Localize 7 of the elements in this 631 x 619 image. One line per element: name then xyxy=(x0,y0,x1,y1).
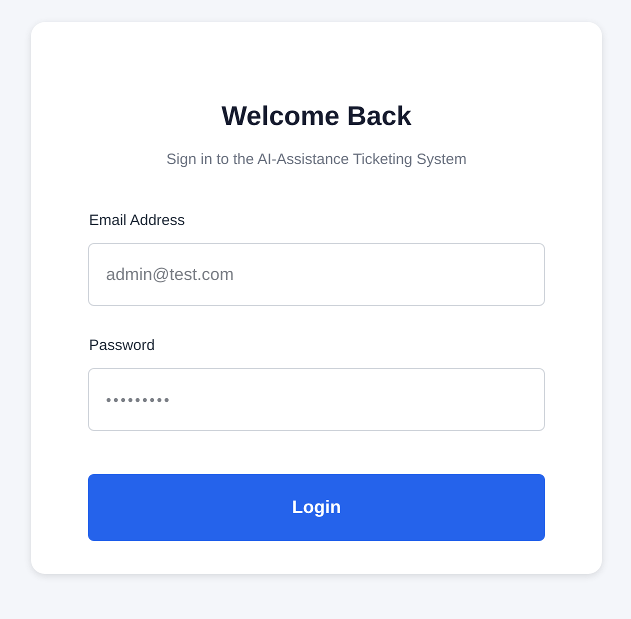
page-title: Welcome Back xyxy=(221,100,412,132)
subtitle: Sign in to the AI-Assistance Ticketing System xyxy=(166,151,467,168)
field-label: Password xyxy=(89,337,155,354)
email-field[interactable]: admin@test.com xyxy=(88,243,545,306)
password-field[interactable]: ••••••••• xyxy=(88,368,545,432)
field-label: Email Address xyxy=(89,212,185,230)
login-button[interactable]: Login xyxy=(88,474,545,542)
